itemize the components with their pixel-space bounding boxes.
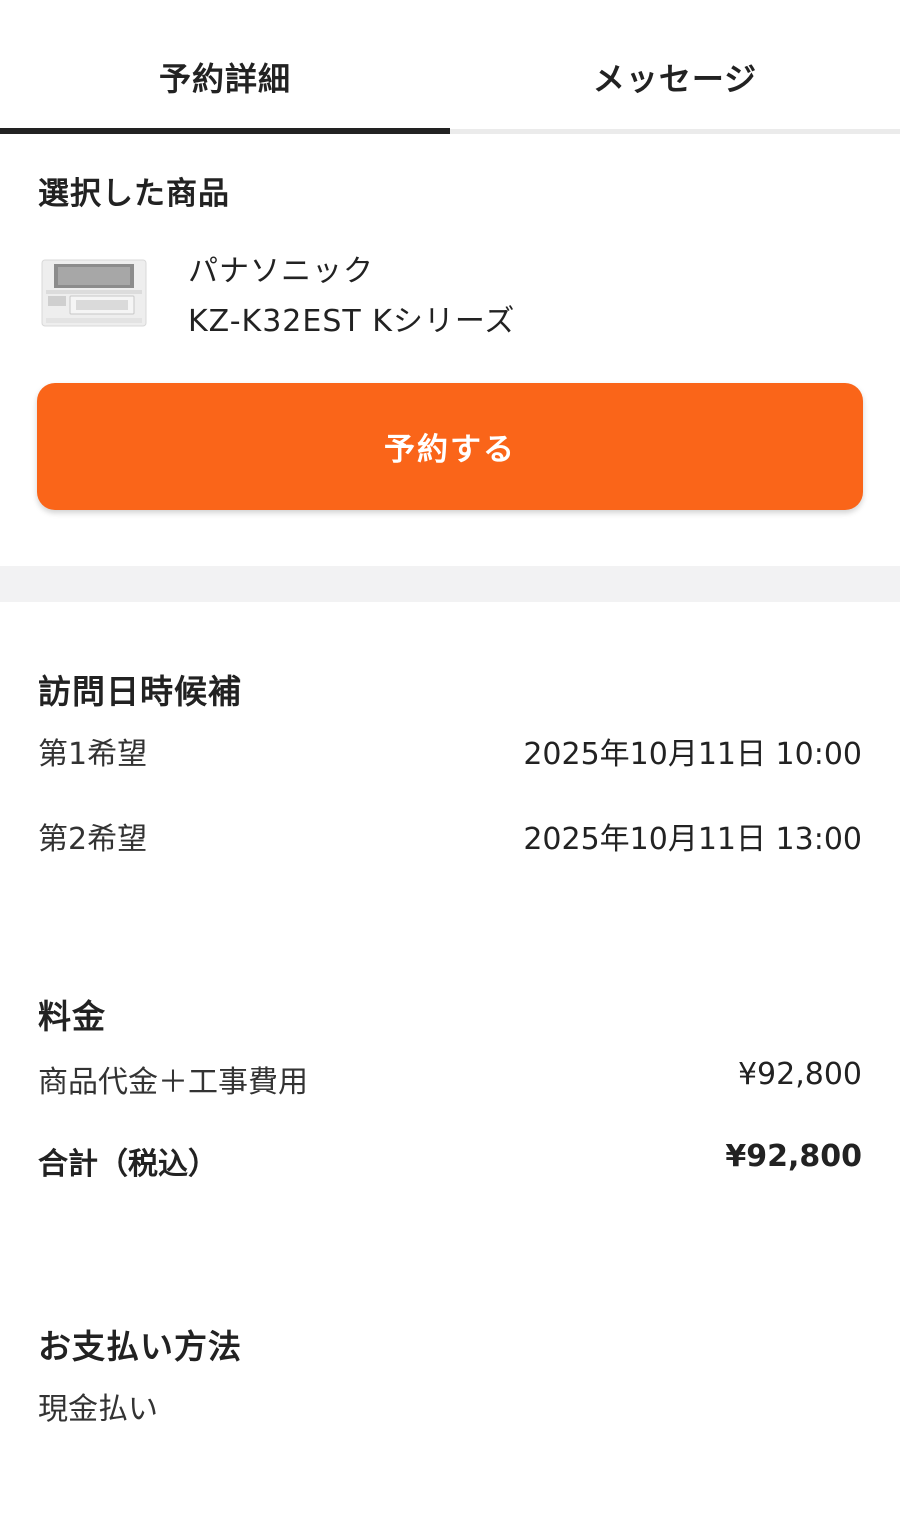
price-total-value: ¥92,800 (725, 1139, 862, 1174)
section-title-payment-method: お支払い方法 (38, 1327, 242, 1366)
payment-method-value: 現金払い (38, 1392, 158, 1427)
visit-choice-1-label: 第1希望 (38, 737, 148, 772)
price-total-label: 合計（税込） (38, 1147, 218, 1182)
tab-reservation-details[interactable]: 予約詳細 (0, 0, 450, 134)
visit-choice-1-value: 2025年10月11日 10:00 (523, 737, 862, 772)
section-title-visit-dates: 訪問日時候補 (38, 672, 242, 711)
product-model: KZ-K32EST Kシリーズ (188, 304, 516, 339)
tab-active-indicator (0, 128, 450, 134)
section-title-price: 料金 (38, 997, 106, 1036)
tab-bar: 予約詳細 メッセージ (0, 0, 900, 134)
visit-choice-2-label: 第2希望 (38, 822, 148, 857)
product-maker: パナソニック (188, 254, 374, 289)
reserve-button-label: 予約する (384, 432, 516, 468)
price-item-value: ¥92,800 (737, 1057, 862, 1092)
tab-inactive-indicator (450, 129, 900, 134)
reserve-button[interactable]: 予約する (37, 383, 863, 510)
visit-choice-2-value: 2025年10月11日 13:00 (523, 822, 862, 857)
section-title-selected-product: 選択した商品 (38, 176, 230, 212)
tab-label: メッセージ (592, 60, 758, 98)
price-item-label: 商品代金＋工事費用 (38, 1065, 308, 1100)
tab-messages[interactable]: メッセージ (450, 0, 900, 134)
ih-cooktop-image (40, 254, 148, 332)
section-divider (0, 566, 900, 602)
tab-label: 予約詳細 (158, 60, 291, 98)
